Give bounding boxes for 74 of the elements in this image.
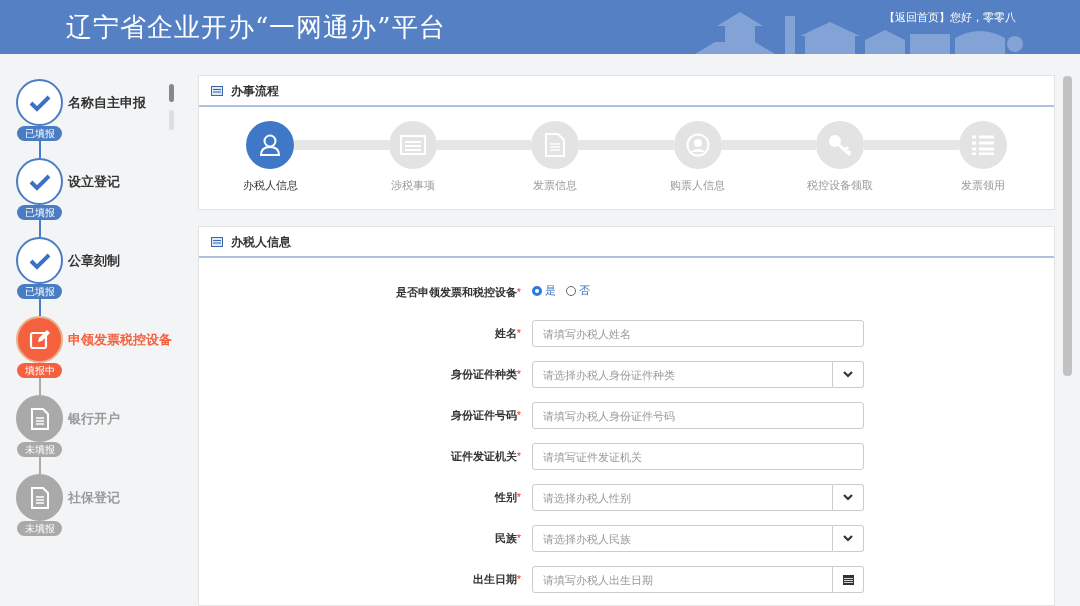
- check-icon: [28, 251, 51, 270]
- status-badge: 填报中: [17, 363, 62, 378]
- radio-option[interactable]: 是: [532, 282, 556, 299]
- field-label: 姓名: [494, 326, 517, 342]
- chevron-down-icon: [843, 371, 853, 378]
- step-label[interactable]: 设立登记: [68, 171, 120, 192]
- status-badge: 已填报: [17, 205, 62, 220]
- check-icon: [28, 172, 51, 191]
- status-badge: 未填报: [17, 521, 62, 536]
- process-step-label: 税控设备领取: [807, 178, 874, 193]
- panel-title: 办事流程: [231, 82, 279, 100]
- step-label[interactable]: 名称自主申报: [68, 92, 146, 113]
- list-icon: [970, 135, 995, 155]
- field-label: 身份证件种类: [450, 367, 517, 383]
- sidebar-scroll-track: [169, 110, 174, 130]
- status-badge: 未填报: [17, 442, 62, 457]
- process-step-label: 发票领用: [960, 178, 1005, 193]
- home-link[interactable]: 【返回首页】: [884, 9, 950, 26]
- required-mark: *: [516, 367, 521, 383]
- field-label: 性别: [494, 490, 517, 506]
- site-title: 辽宁省企业开办“一网通办”平台: [66, 10, 446, 44]
- select-field[interactable]: 请选择办税人性别: [532, 484, 833, 511]
- dropdown-button[interactable]: [833, 525, 864, 552]
- panel-icon: [211, 236, 223, 247]
- field-label: 民族: [494, 531, 517, 547]
- dropdown-button[interactable]: [833, 484, 864, 511]
- required-mark: *: [516, 449, 521, 465]
- document-icon: [30, 407, 49, 430]
- input-field[interactable]: 请填写证件发证机关: [532, 443, 864, 470]
- step-label[interactable]: 申领发票税控设备: [68, 329, 172, 350]
- key-icon: [827, 133, 854, 157]
- select-field[interactable]: 请选择办税人民族: [532, 525, 833, 552]
- sidebar-scrollbar: [169, 84, 174, 102]
- dropdown-button[interactable]: [833, 361, 864, 388]
- chevron-down-icon: [843, 535, 853, 542]
- page-scrollbar[interactable]: [1063, 76, 1072, 376]
- required-mark: *: [516, 326, 521, 342]
- person-icon: [259, 133, 281, 157]
- required-mark: *: [516, 285, 521, 301]
- process-step-label: 办税人信息: [242, 178, 298, 193]
- required-mark: *: [516, 572, 521, 588]
- chevron-down-icon: [843, 494, 853, 501]
- greeting-text: 您好，零零八: [950, 10, 1016, 25]
- field-label: 证件发证机关: [450, 449, 517, 465]
- field-label: 身份证件号码: [450, 408, 517, 424]
- date-field[interactable]: 请填写办税人出生日期: [532, 566, 833, 593]
- edit-icon: [28, 328, 51, 351]
- document-icon: [545, 133, 566, 157]
- calendar-button[interactable]: [833, 566, 864, 593]
- list-card-icon: [399, 135, 426, 155]
- step-label[interactable]: 社保登记: [68, 487, 120, 508]
- input-field[interactable]: 请填写办税人姓名: [532, 320, 864, 347]
- check-icon: [28, 93, 51, 112]
- radio-option[interactable]: 否: [566, 282, 590, 299]
- step-label[interactable]: 公章刻制: [68, 250, 120, 271]
- panel-icon: [211, 85, 223, 96]
- status-badge: 已填报: [17, 284, 62, 299]
- required-mark: *: [516, 531, 521, 547]
- user-circle-icon: [685, 133, 710, 157]
- process-step-label: 购票人信息: [670, 178, 726, 193]
- document-icon: [30, 486, 49, 509]
- step-label[interactable]: 银行开户: [68, 408, 120, 429]
- process-step-label: 涉税事项: [390, 178, 435, 193]
- required-mark: *: [516, 408, 521, 424]
- process-step-label: 发票信息: [533, 178, 578, 193]
- required-mark: *: [516, 490, 521, 506]
- panel-title: 办税人信息: [231, 233, 291, 251]
- calendar-icon: [842, 574, 854, 585]
- process-step[interactable]: [246, 121, 294, 169]
- input-field[interactable]: 请填写办税人身份证件号码: [532, 402, 864, 429]
- select-field[interactable]: 请选择办税人身份证件种类: [532, 361, 833, 388]
- field-label: 是否申领发票和税控设备: [395, 285, 517, 301]
- field-label: 出生日期: [472, 572, 517, 588]
- status-badge: 已填报: [17, 126, 62, 141]
